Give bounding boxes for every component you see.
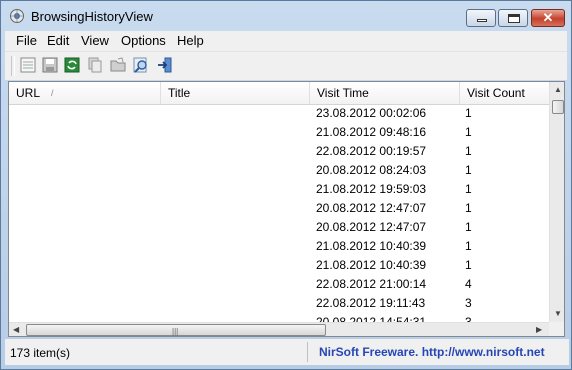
- list-rows: e:Host: Computer23.08.2012 00:02:061e:Ho…: [9, 104, 549, 322]
- scroll-down-icon[interactable]: ▼: [554, 309, 562, 318]
- menu-bar: File Edit View Options Help: [5, 31, 567, 51]
- minimize-button[interactable]: [466, 9, 496, 27]
- table-row[interactable]: e:Host: Computer21.08.2012 09:48:161: [9, 123, 549, 142]
- scroll-right-icon[interactable]: ▶: [536, 325, 542, 334]
- table-row[interactable]: e:Host: Computer20.08.2012 08:24:031: [9, 161, 549, 180]
- column-header-visit-count[interactable]: Visit Count: [460, 82, 549, 104]
- app-icon: [10, 9, 24, 23]
- visit-count-cell: 1: [465, 201, 472, 215]
- visit-count-cell: 1: [465, 125, 472, 139]
- vertical-scrollbar[interactable]: ▲ ▼: [549, 82, 564, 322]
- list-header: URL / Title Visit Time Visit Count: [9, 82, 549, 105]
- horizontal-scroll-thumb[interactable]: |||: [26, 324, 326, 336]
- table-row[interactable]: efile:///C:/Program%2…20.08.2012 12:47:0…: [9, 218, 549, 237]
- visit-count-cell: 1: [465, 258, 472, 272]
- visit-time-cell: 22.08.2012 19:11:43: [316, 296, 426, 310]
- visit-count-cell: 4: [465, 277, 472, 291]
- table-row[interactable]: efile:///C:/Program%2…20.08.2012 12:47:0…: [9, 199, 549, 218]
- visit-time-cell: 21.08.2012 19:59:03: [316, 182, 427, 196]
- toolbar: [5, 51, 567, 80]
- visit-count-cell: 3: [465, 315, 472, 322]
- table-row[interactable]: e:Host: octane-bench…21.08.2012 19:59:03…: [9, 180, 549, 199]
- visit-count-cell: 1: [465, 239, 472, 253]
- scroll-grip-icon: |||: [172, 327, 179, 336]
- menu-help[interactable]: Help: [177, 33, 204, 48]
- maximize-button[interactable]: [498, 9, 528, 27]
- visit-count-cell: 1: [465, 106, 472, 120]
- app-window: BrowsingHistoryView ✕ File Edit View Opt…: [0, 0, 572, 370]
- title-bar[interactable]: BrowsingHistoryView ✕: [1, 1, 571, 31]
- menu-options[interactable]: Options: [121, 33, 166, 48]
- column-label-visit-time: Visit Time: [317, 86, 369, 100]
- nirsoft-link[interactable]: NirSoft Freeware. http://www.nirsoft.net: [319, 345, 545, 359]
- visit-count-cell: 1: [465, 144, 472, 158]
- menu-edit[interactable]: Edit: [47, 33, 69, 48]
- scroll-corner: [549, 322, 564, 336]
- copy-icon[interactable]: [86, 56, 104, 74]
- scroll-left-icon[interactable]: ◀: [13, 325, 19, 334]
- table-row[interactable]: efile:///C:/Users/Marti…22.08.2012 21:00…: [9, 275, 549, 294]
- visit-time-cell: 20.08.2012 12:47:07: [316, 220, 427, 234]
- table-row[interactable]: efile:///C:/Users/Marti…21.08.2012 10:40…: [9, 256, 549, 275]
- find-icon[interactable]: [132, 56, 150, 74]
- save-icon[interactable]: [41, 56, 59, 74]
- visit-time-cell: 21.08.2012 10:40:39: [316, 258, 427, 272]
- sort-indicator: /: [51, 88, 54, 98]
- properties-icon[interactable]: [19, 56, 37, 74]
- item-count: 173 item(s): [10, 346, 71, 360]
- maximize-icon: [508, 14, 520, 23]
- vertical-scroll-thumb[interactable]: [552, 100, 564, 114]
- column-label-title: Title: [168, 86, 191, 100]
- close-button[interactable]: ✕: [531, 9, 565, 27]
- menu-view[interactable]: View: [81, 33, 109, 48]
- menu-file[interactable]: File: [16, 33, 37, 48]
- column-header-title[interactable]: Title: [161, 82, 310, 104]
- visit-count-cell: 1: [465, 163, 472, 177]
- column-label-visit-count: Visit Count: [467, 86, 525, 100]
- visit-time-cell: 21.08.2012 09:48:16: [316, 125, 427, 139]
- table-row[interactable]: efile:///C:/Users/Marti…20.08.2012 14:54…: [9, 313, 549, 322]
- visit-time-cell: 21.08.2012 10:40:39: [316, 239, 427, 253]
- close-icon: ✕: [542, 10, 554, 25]
- table-row[interactable]: efile:///C:/Users/Marti…22.08.2012 19:11…: [9, 294, 549, 313]
- visit-count-cell: 1: [465, 220, 472, 234]
- column-label-url: URL: [16, 86, 41, 100]
- column-header-url[interactable]: URL /: [9, 82, 161, 104]
- status-divider: [307, 342, 308, 362]
- visit-time-cell: 20.08.2012 12:47:07: [316, 201, 427, 215]
- table-row[interactable]: e:Host: Computer23.08.2012 00:02:061: [9, 104, 549, 123]
- status-bar: 173 item(s) NirSoft Freeware. http://www…: [5, 339, 569, 365]
- open-folder-icon[interactable]: [109, 56, 127, 74]
- visit-time-cell: 20.08.2012 14:54:31: [316, 315, 427, 322]
- window-title: BrowsingHistoryView: [31, 9, 153, 24]
- minimize-icon: [477, 19, 487, 22]
- visit-time-cell: 23.08.2012 00:02:06: [316, 106, 427, 120]
- toolbar-grip[interactable]: [11, 56, 15, 76]
- visit-count-cell: 3: [465, 296, 472, 310]
- exit-icon[interactable]: [156, 56, 174, 74]
- history-list[interactable]: URL / Title Visit Time Visit Count e:Hos…: [8, 81, 565, 337]
- visit-count-cell: 1: [465, 182, 472, 196]
- refresh-icon[interactable]: [63, 56, 81, 74]
- visit-time-cell: 22.08.2012 00:19:57: [316, 144, 427, 158]
- visit-time-cell: 20.08.2012 08:24:03: [316, 163, 427, 177]
- horizontal-scrollbar[interactable]: ◀ ||| ▶: [9, 322, 549, 336]
- visit-time-cell: 22.08.2012 21:00:14: [316, 277, 427, 291]
- table-row[interactable]: e:Host: Computer22.08.2012 00:19:571: [9, 142, 549, 161]
- column-header-visit-time[interactable]: Visit Time: [310, 82, 460, 104]
- scroll-up-icon[interactable]: ▲: [554, 85, 562, 94]
- table-row[interactable]: efile:///C:/Users/Marti…21.08.2012 10:40…: [9, 237, 549, 256]
